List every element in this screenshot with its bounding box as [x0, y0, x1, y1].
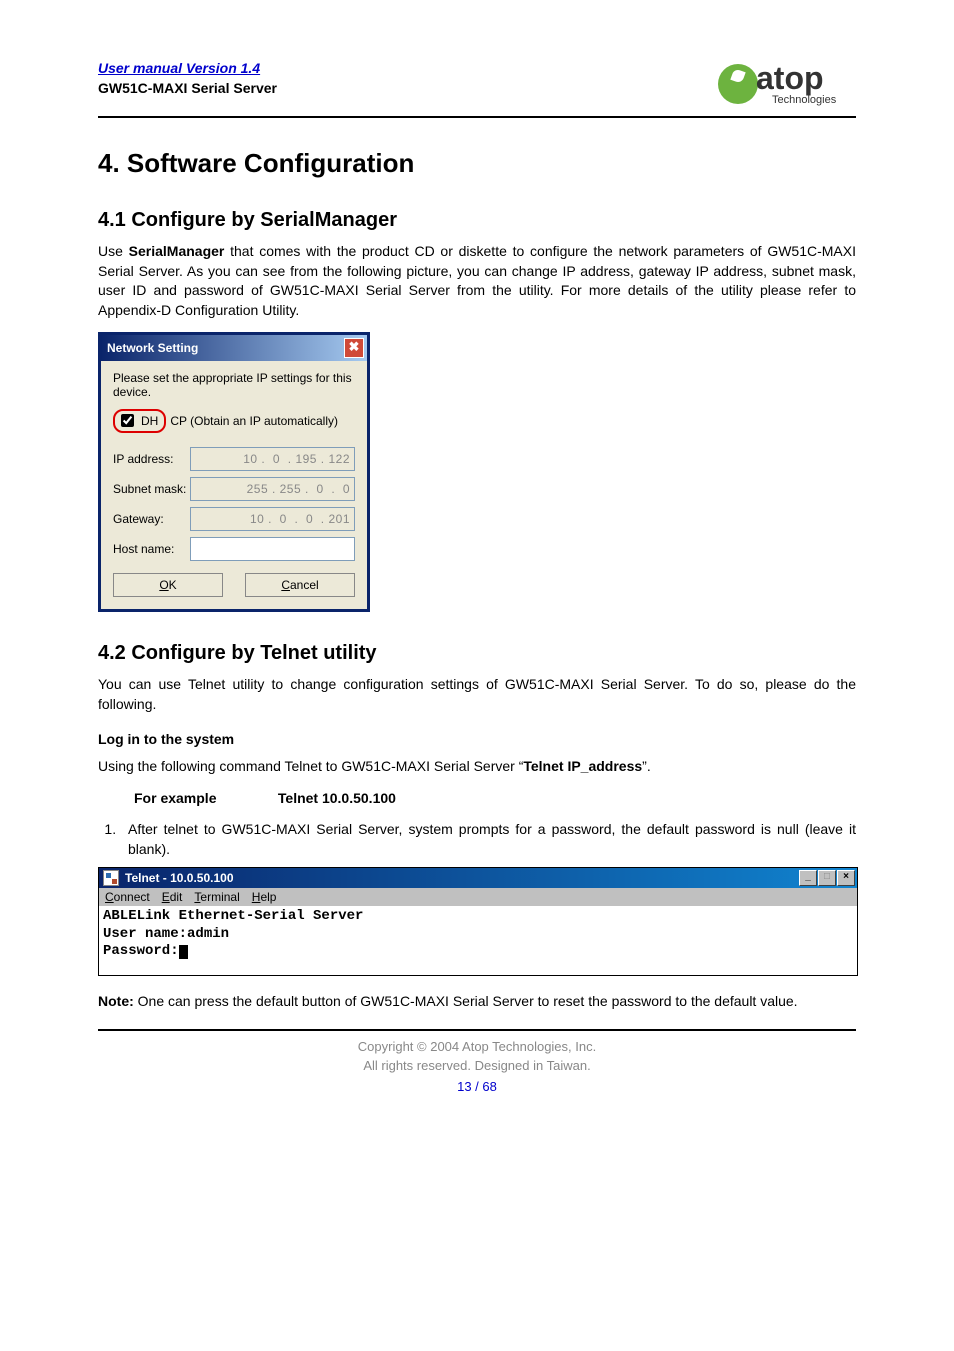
terminal-line: ABLELink Ethernet-Serial Server	[103, 908, 363, 924]
ok-button[interactable]: OK	[113, 573, 223, 597]
version-link[interactable]: User manual Version 1.4	[98, 60, 277, 76]
dhcp-label-prefix: DH	[141, 414, 158, 428]
close-icon[interactable]: ✖	[344, 338, 364, 358]
telnet-output: ABLELink Ethernet-Serial Server User nam…	[99, 906, 857, 975]
steps-list: After telnet to GW51C-MAXI Serial Server…	[98, 820, 856, 859]
text: ”.	[642, 758, 651, 774]
example-label: For example	[134, 790, 274, 806]
chapter-title: 4. Software Configuration	[98, 148, 856, 179]
text: Use	[98, 243, 129, 259]
section-42-paragraph: You can use Telnet utility to change con…	[98, 675, 856, 714]
dhcp-checkbox[interactable]	[121, 414, 134, 427]
text: Using the following command Telnet to GW…	[98, 758, 523, 774]
step-1: After telnet to GW51C-MAXI Serial Server…	[120, 820, 856, 859]
page-number: 13 / 68	[98, 1079, 856, 1094]
host-name-input[interactable]	[190, 537, 355, 561]
subnet-mask-label: Subnet mask:	[113, 482, 190, 496]
dhcp-label-suffix: CP (Obtain an IP automatically)	[170, 414, 338, 428]
menu-terminal[interactable]: Terminal	[194, 890, 239, 904]
ip-address-input	[190, 447, 355, 471]
minimize-icon[interactable]: _	[799, 870, 817, 886]
telnet-titlebar: Telnet - 10.0.50.100 _ □ ×	[99, 868, 857, 888]
terminal-line: User name:admin	[103, 926, 229, 942]
gateway-label: Gateway:	[113, 512, 190, 526]
menu-connect[interactable]: Connect	[105, 890, 150, 904]
menu-help[interactable]: Help	[252, 890, 277, 904]
page-footer: Copyright © 2004 Atop Technologies, Inc.…	[98, 1029, 856, 1094]
maximize-icon: □	[818, 870, 836, 886]
login-paragraph: Using the following command Telnet to GW…	[98, 757, 856, 777]
section-41-paragraph: Use SerialManager that comes with the pr…	[98, 242, 856, 320]
footer-copyright: Copyright © 2004 Atop Technologies, Inc.	[98, 1039, 856, 1054]
section-41-title: 4.1 Configure by SerialManager	[98, 209, 856, 232]
dialog-instruction: Please set the appropriate IP settings f…	[113, 371, 355, 399]
example-value: Telnet 10.0.50.100	[278, 790, 396, 806]
dhcp-highlight: DH	[113, 409, 166, 433]
cancel-button[interactable]: Cancel	[245, 573, 355, 597]
note-text: One can press the default button of GW51…	[134, 993, 798, 1009]
section-42-title: 4.2 Configure by Telnet utility	[98, 642, 856, 665]
telnet-icon	[103, 870, 119, 886]
note-label: Note:	[98, 993, 134, 1009]
leaf-icon	[718, 64, 758, 104]
product-name: GW51C-MAXI Serial Server	[98, 80, 277, 96]
dialog-titlebar: Network Setting ✖	[101, 335, 367, 361]
dhcp-row: DH CP (Obtain an IP automatically)	[113, 409, 355, 433]
menu-edit[interactable]: Edit	[162, 890, 183, 904]
ip-address-label: IP address:	[113, 452, 190, 466]
telnet-menubar: Connect Edit Terminal Help	[99, 888, 857, 906]
telnet-window: Telnet - 10.0.50.100 _ □ × Connect Edit …	[98, 867, 858, 976]
brand-logo: atop Technologies	[716, 60, 856, 110]
close-icon[interactable]: ×	[837, 870, 855, 886]
footer-rights: All rights reserved. Designed in Taiwan.	[98, 1058, 856, 1073]
logo-sub: Technologies	[772, 94, 836, 106]
terminal-line: Password:	[103, 943, 179, 959]
cursor-icon	[179, 945, 188, 959]
gateway-input	[190, 507, 355, 531]
login-heading: Log in to the system	[98, 731, 856, 747]
example-row: For example Telnet 10.0.50.100	[134, 790, 856, 806]
page-header: User manual Version 1.4 GW51C-MAXI Seria…	[98, 60, 856, 118]
text-bold: SerialManager	[129, 243, 225, 259]
telnet-title-text: Telnet - 10.0.50.100	[125, 871, 234, 885]
subnet-mask-input	[190, 477, 355, 501]
text-bold: Telnet IP_address	[523, 758, 642, 774]
host-name-label: Host name:	[113, 542, 190, 556]
dialog-title: Network Setting	[107, 341, 198, 355]
note-paragraph: Note: One can press the default button o…	[98, 992, 856, 1012]
logo-text: atop	[756, 60, 824, 97]
network-setting-dialog: Network Setting ✖ Please set the appropr…	[98, 332, 370, 612]
